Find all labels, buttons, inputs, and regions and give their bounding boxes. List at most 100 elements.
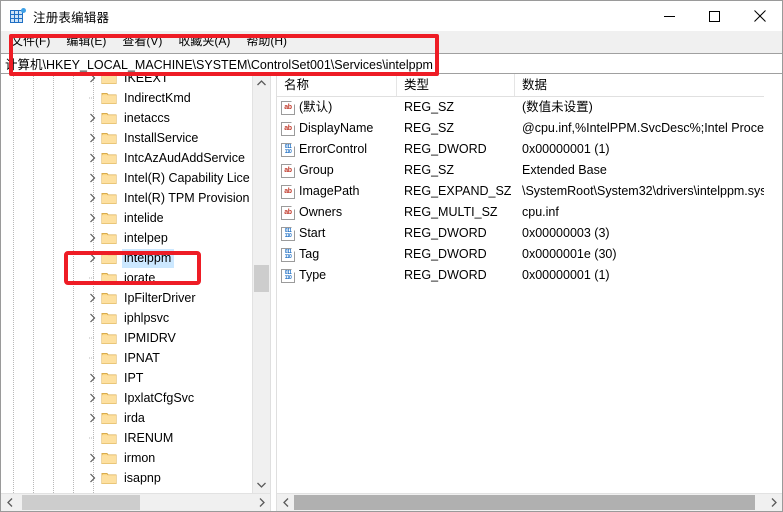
tree-item-irda[interactable]: irda — [1, 408, 252, 428]
values-hscroll-thumb[interactable] — [294, 495, 755, 510]
address-input[interactable]: 计算机\HKEY_LOCAL_MACHINE\SYSTEM\ControlSet… — [5, 54, 433, 73]
value-row[interactable]: 011110StartREG_DWORD0x00000003 (3) — [277, 223, 764, 244]
value-name-label: (默认) — [299, 97, 332, 118]
folder-icon — [101, 111, 117, 125]
dword-value-icon: 011110 — [281, 269, 295, 283]
folder-icon — [101, 211, 117, 225]
tree-item-intelppm[interactable]: intelppm — [1, 248, 252, 268]
tree-item-irenum[interactable]: IRENUM — [1, 428, 252, 448]
tree-hscroll-left-arrow[interactable] — [1, 494, 18, 511]
value-row[interactable]: ab(默认)REG_SZ(数值未设置) — [277, 97, 764, 118]
tree-expand-chevron-icon[interactable] — [85, 248, 101, 268]
folder-icon — [101, 471, 117, 485]
menu-item-view[interactable]: 查看(V) — [114, 32, 170, 51]
maximize-button[interactable] — [692, 1, 737, 31]
column-header-type[interactable]: 类型 — [397, 74, 515, 96]
value-row[interactable]: 011110TagREG_DWORD0x0000001e (30) — [277, 244, 764, 265]
address-bar[interactable]: 计算机\HKEY_LOCAL_MACHINE\SYSTEM\ControlSet… — [1, 53, 782, 74]
values-vertical-scrollbar[interactable] — [764, 74, 782, 493]
tree-item-inetaccs[interactable]: inetaccs — [1, 108, 252, 128]
value-name-label: Owners — [299, 202, 342, 223]
tree-expand-chevron-icon[interactable] — [85, 288, 101, 308]
tree-item-ipnat[interactable]: IPNAT — [1, 348, 252, 368]
values-horizontal-scrollbar[interactable] — [277, 493, 782, 511]
value-data-cell: 0x0000001e (30) — [515, 244, 764, 265]
value-row[interactable]: abDisplayNameREG_SZ@cpu.inf,%IntelPPM.Sv… — [277, 118, 764, 139]
tree-expand-chevron-icon[interactable] — [85, 148, 101, 168]
value-data-cell: 0x00000001 (1) — [515, 265, 764, 286]
tree-item-label: iphlpsvc — [122, 309, 172, 328]
tree-expand-chevron-icon[interactable] — [85, 408, 101, 428]
tree-expand-chevron-icon[interactable] — [85, 188, 101, 208]
tree-item-iphlpsvc[interactable]: iphlpsvc — [1, 308, 252, 328]
tree-expand-chevron-icon[interactable] — [85, 74, 101, 88]
value-row[interactable]: 011110TypeREG_DWORD0x00000001 (1) — [277, 265, 764, 286]
tree-expand-chevron-icon[interactable] — [85, 448, 101, 468]
tree-expand-chevron-icon[interactable] — [85, 208, 101, 228]
tree-expand-chevron-icon[interactable] — [85, 108, 101, 128]
registry-editor-window: 注册表编辑器 文件(F) 编辑(E) 查看(V) 收藏夹(A) 帮助(H) 计算… — [0, 0, 783, 512]
value-name-label: Type — [299, 265, 326, 286]
pane-splitter[interactable] — [270, 74, 277, 511]
tree-horizontal-scrollbar[interactable] — [1, 493, 270, 511]
tree-item-ipt[interactable]: IPT — [1, 368, 252, 388]
tree-hscroll-track[interactable] — [18, 494, 253, 511]
tree-expand-chevron-icon[interactable] — [85, 388, 101, 408]
tree-expand-chevron-icon[interactable] — [85, 368, 101, 388]
value-name-cell: abOwners — [277, 202, 397, 223]
menu-item-favorites[interactable]: 收藏夹(A) — [170, 32, 238, 51]
tree-expand-chevron-icon[interactable] — [85, 168, 101, 188]
menu-item-help[interactable]: 帮助(H) — [238, 32, 295, 51]
folder-icon — [101, 91, 117, 105]
values-hscroll-track[interactable] — [294, 494, 765, 511]
values-column-header: 名称 类型 数据 — [277, 74, 764, 97]
registry-tree[interactable]: IKEEXTIndirectKmdinetaccsInstallServiceI… — [1, 74, 252, 493]
value-row[interactable]: 011110ErrorControlREG_DWORD0x00000001 (1… — [277, 139, 764, 160]
tree-expand-chevron-icon[interactable] — [85, 128, 101, 148]
tree-item-iorate[interactable]: iorate — [1, 268, 252, 288]
values-hscroll-left-arrow[interactable] — [277, 494, 294, 511]
tree-vertical-scrollbar[interactable] — [252, 74, 270, 493]
tree-item-label: IPNAT — [122, 349, 163, 368]
minimize-button[interactable] — [647, 1, 692, 31]
values-list[interactable]: ab(默认)REG_SZ(数值未设置)abDisplayNameREG_SZ@c… — [277, 97, 764, 493]
tree-item-intcazaudaddservice[interactable]: IntcAzAudAddService — [1, 148, 252, 168]
tree-item-intel-r-tpm-provision[interactable]: Intel(R) TPM Provision — [1, 188, 252, 208]
tree-item-ipfilterdriver[interactable]: IpFilterDriver — [1, 288, 252, 308]
tree-item-installservice[interactable]: InstallService — [1, 128, 252, 148]
string-value-icon: ab — [281, 185, 295, 199]
tree-hscroll-thumb[interactable] — [22, 495, 140, 510]
tree-expand-chevron-icon[interactable] — [85, 308, 101, 328]
tree-item-ipmidrv[interactable]: IPMIDRV — [1, 328, 252, 348]
value-row[interactable]: abGroupREG_SZExtended Base — [277, 160, 764, 181]
tree-hscroll-right-arrow[interactable] — [253, 494, 270, 511]
value-row[interactable]: abOwnersREG_MULTI_SZcpu.inf — [277, 202, 764, 223]
column-header-name[interactable]: 名称 — [277, 74, 397, 96]
tree-item-intel-r-capability-lice[interactable]: Intel(R) Capability Lice — [1, 168, 252, 188]
tree-scroll-track[interactable] — [253, 91, 270, 476]
value-row[interactable]: abImagePathREG_EXPAND_SZ\SystemRoot\Syst… — [277, 181, 764, 202]
menu-item-edit[interactable]: 编辑(E) — [58, 32, 114, 51]
tree-item-irmon[interactable]: irmon — [1, 448, 252, 468]
close-button[interactable] — [737, 1, 782, 31]
tree-item-label: IKEEXT — [122, 74, 171, 88]
tree-expand-chevron-icon[interactable] — [85, 228, 101, 248]
tree-scroll-up-arrow[interactable] — [253, 74, 270, 91]
tree-item-label: inetaccs — [122, 109, 173, 128]
values-hscroll-right-arrow[interactable] — [765, 494, 782, 511]
tree-item-isapnp[interactable]: isapnp — [1, 468, 252, 488]
registry-values-pane: 名称 类型 数据 ab(默认)REG_SZ(数值未设置)abDisplayNam… — [277, 74, 782, 511]
tree-expand-chevron-icon[interactable] — [85, 468, 101, 488]
tree-scroll-down-arrow[interactable] — [253, 476, 270, 493]
tree-item-ikeext[interactable]: IKEEXT — [1, 74, 252, 88]
tree-item-label: IPMIDRV — [122, 329, 179, 348]
value-type-cell: REG_EXPAND_SZ — [397, 181, 515, 202]
tree-item-indirectkmd[interactable]: IndirectKmd — [1, 88, 252, 108]
tree-item-intelpep[interactable]: intelpep — [1, 228, 252, 248]
tree-item-intelide[interactable]: intelide — [1, 208, 252, 228]
tree-item-ipxlatcfgsvc[interactable]: IpxlatCfgSvc — [1, 388, 252, 408]
column-header-data[interactable]: 数据 — [515, 74, 764, 96]
tree-scroll-thumb[interactable] — [254, 265, 269, 292]
title-bar[interactable]: 注册表编辑器 — [1, 1, 782, 31]
menu-item-file[interactable]: 文件(F) — [3, 32, 58, 51]
